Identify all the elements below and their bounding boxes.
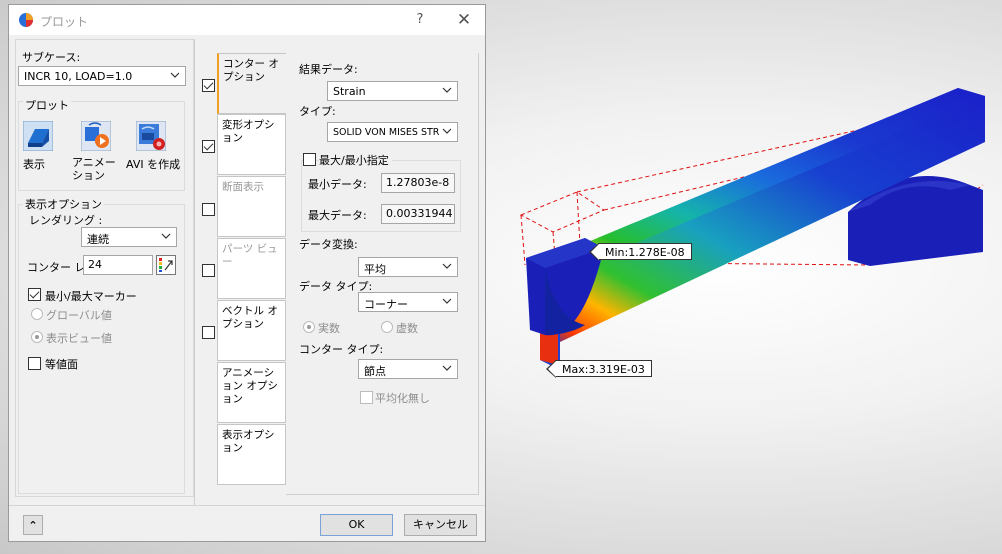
display-options-label: 表示オプション [23,196,104,212]
model-viewport[interactable]: Min:1.278E-08 Max:3.319E-03 [487,0,1002,554]
tab-section-checkbox[interactable] [202,203,215,216]
app-icon [19,13,33,27]
fe-model-render [519,88,986,370]
cancel-button[interactable]: キャンセル [404,514,477,536]
no-average-label: 平均化無し [375,392,430,405]
no-average-checkbox[interactable] [360,391,373,404]
result-data-select[interactable]: Strain [327,81,458,101]
rendering-label: レンダリング : [29,214,103,227]
tab-contour-checkbox[interactable] [202,79,215,92]
contour-type-value: 節点 [364,365,386,378]
real-label: 実数 [318,322,340,335]
chevron-down-icon [170,72,180,78]
plot-group-label: プロット [23,97,71,113]
color-scale-icon[interactable] [156,255,176,275]
tab-display-options[interactable]: 表示オプション [217,424,286,485]
chevron-down-icon [442,87,452,93]
tab-parts-checkbox[interactable] [202,264,215,277]
minmax-specify-checkbox[interactable] [303,153,316,166]
type-label: タイプ: [299,105,336,118]
result-data-label: 結果データ: [299,63,358,76]
footer-divider [9,505,485,506]
view-value-label: 表示ビュー値 [46,332,112,345]
min-data-label: 最小データ: [308,178,367,191]
tab-parts-view[interactable]: パーツ ビュー [217,238,286,299]
tab-vector-checkbox[interactable] [202,326,215,339]
close-button[interactable]: ✕ [453,9,475,31]
tab-section-view[interactable]: 断面表示 [217,176,286,237]
create-avi-label: AVI を作成 [126,158,181,171]
display-model-icon [23,121,53,151]
chevron-down-icon [161,233,171,239]
minmax-specify-label: 最大/最小指定 [319,152,392,168]
global-value-label: グローバル値 [46,309,112,322]
chevron-down-icon [442,263,452,269]
tab-contour-options[interactable]: コンター オプション [217,53,286,114]
contour-type-select[interactable]: 節点 [358,359,458,379]
transform-value: 平均 [364,263,386,276]
chevron-down-icon [442,128,452,134]
contour-levels-input[interactable]: 24 [83,255,153,275]
chevron-down-icon [442,298,452,304]
transform-select[interactable]: 平均 [358,257,458,277]
type-value: SOLID VON MISES STR [333,127,440,138]
view-value-radio[interactable] [31,331,43,343]
chevron-down-icon [442,365,452,371]
tab-deform-options[interactable]: 変形オプション [217,114,286,175]
max-data-label: 最大データ: [308,209,367,222]
min-data-input[interactable]: 1.27803e-8 [381,173,455,193]
contour-levels-label: コンター レ [27,261,86,274]
tab-deform-checkbox[interactable] [202,140,215,153]
subcase-label: サブケース: [22,51,81,64]
isosurface-label: 等値面 [45,358,78,371]
max-data-input[interactable]: 0.00331944 [381,204,455,224]
display-options-group [18,204,185,494]
dialog-titlebar[interactable]: プロット ? ✕ [9,5,485,35]
datatype-select[interactable]: コーナー [358,292,458,312]
real-radio[interactable] [303,321,315,333]
type-select[interactable]: SOLID VON MISES STR [327,122,458,142]
plot-dialog: プロット ? ✕ サブケース: INCR 10, LOAD=1.0 プロット 表… [8,4,486,542]
datatype-value: コーナー [364,298,408,311]
animation-icon [81,121,111,151]
ok-button[interactable]: OK [320,514,393,536]
global-value-radio[interactable] [31,308,43,320]
minmax-marker-label: 最小/最大マーカー [45,290,137,303]
expand-button[interactable]: ⌃ [23,515,43,535]
contour-type-label: コンター タイプ: [299,343,384,356]
tab-vector-options[interactable]: ベクトル オプション [217,300,286,361]
isosurface-checkbox[interactable] [28,357,41,370]
min-value-callout: Min:1.278E-08 [589,243,692,261]
imaginary-radio[interactable] [381,321,393,333]
imaginary-label: 虚数 [396,322,418,335]
tab-animation-options[interactable]: アニメーション オプション [217,362,286,423]
transform-label: データ変換: [299,238,358,251]
rendering-select[interactable]: 連続 [81,227,177,247]
result-data-value: Strain [333,85,366,98]
animation-label: アニメーション [72,156,116,182]
avi-record-icon [136,121,166,151]
rendering-value: 連続 [87,233,109,246]
display-label: 表示 [23,158,45,171]
help-button[interactable]: ? [409,9,431,31]
subcase-value: INCR 10, LOAD=1.0 [24,70,133,83]
subcase-select[interactable]: INCR 10, LOAD=1.0 [18,66,186,86]
dialog-title: プロット [40,15,89,29]
max-value-callout: Max:3.319E-03 [546,360,652,378]
minmax-marker-checkbox[interactable] [28,288,41,301]
